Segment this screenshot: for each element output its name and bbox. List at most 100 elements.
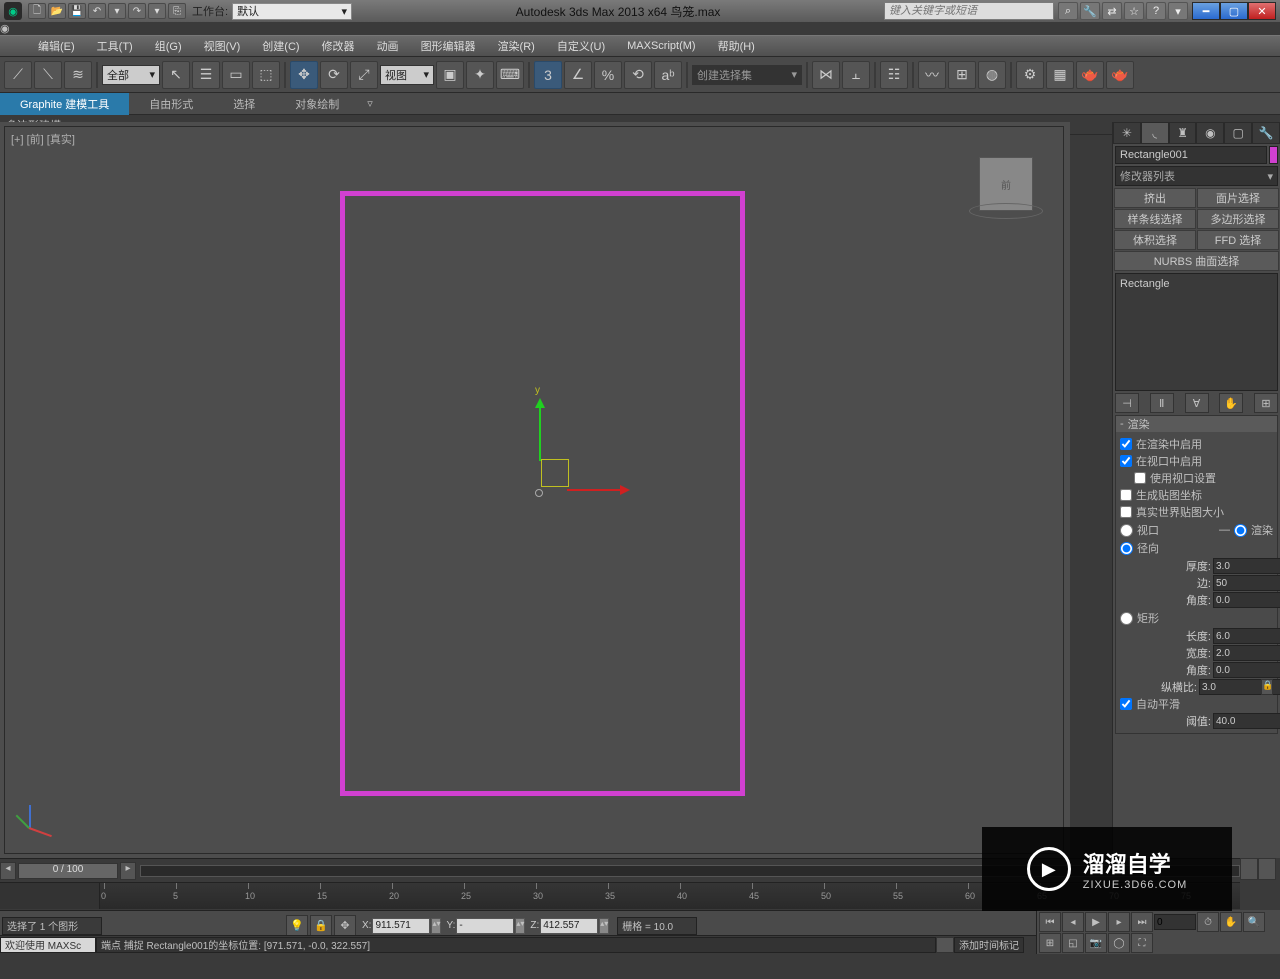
- select-object-icon[interactable]: ↖: [162, 61, 190, 89]
- minimize-button[interactable]: ━: [1192, 2, 1220, 20]
- aspect-lock-icon[interactable]: 🔒: [1261, 679, 1273, 695]
- render-setup-icon[interactable]: ⚙: [1016, 61, 1044, 89]
- fov-icon[interactable]: 📷: [1085, 933, 1107, 953]
- ribbon-expand-icon[interactable]: ▿: [359, 94, 381, 113]
- chk-enable-render[interactable]: 在渲染中启用: [1120, 436, 1273, 452]
- goto-end-icon[interactable]: ⏭: [1131, 912, 1153, 932]
- ribbon-tab-selection[interactable]: 选择: [213, 93, 275, 115]
- rollout-render-header[interactable]: -渲染: [1116, 416, 1277, 432]
- tab-display-icon[interactable]: ▢: [1224, 122, 1252, 144]
- coord-x-input[interactable]: [372, 918, 430, 934]
- make-unique-icon[interactable]: ∀: [1185, 393, 1209, 413]
- viewcube-ring[interactable]: [969, 203, 1043, 219]
- prev-frame-icon[interactable]: ◂: [1062, 912, 1084, 932]
- tab-utilities-icon[interactable]: 🔧: [1252, 122, 1280, 144]
- pan-view-icon[interactable]: ✋: [1220, 912, 1242, 932]
- time-slider[interactable]: 0 / 100: [18, 863, 118, 879]
- thickness-input[interactable]: [1213, 558, 1280, 574]
- object-color-swatch[interactable]: [1269, 146, 1278, 164]
- angle-snap-icon[interactable]: ∠: [564, 61, 592, 89]
- radio-render[interactable]: [1234, 524, 1247, 537]
- preset-nurbs[interactable]: NURBS 曲面选择: [1114, 251, 1279, 271]
- menu-help[interactable]: 帮助(H): [708, 35, 765, 57]
- menu-create[interactable]: 创建(C): [252, 35, 309, 57]
- menu-views[interactable]: 视图(V): [194, 35, 251, 57]
- render-prod-icon[interactable]: 🫖: [1076, 61, 1104, 89]
- tab-modify-icon[interactable]: ◟: [1141, 122, 1169, 144]
- open-icon[interactable]: 📂: [48, 3, 66, 19]
- preset-facesel[interactable]: 面片选择: [1197, 188, 1279, 208]
- undo-icon[interactable]: ↶: [88, 3, 106, 19]
- commpanel-toggle-icon[interactable]: [936, 937, 954, 953]
- vtool2-icon[interactable]: [1258, 858, 1276, 880]
- ribbon-tab-objectpaint[interactable]: 对象绘制: [275, 93, 359, 115]
- chk-use-vp-settings[interactable]: 使用视口设置: [1134, 470, 1273, 486]
- chk-autosmooth[interactable]: 自动平滑: [1120, 696, 1273, 712]
- move-tool-icon[interactable]: ✥: [290, 61, 318, 89]
- coord-z-input[interactable]: [540, 918, 598, 934]
- help-dd-icon[interactable]: ▾: [1168, 2, 1188, 20]
- percent-snap-icon[interactable]: %: [594, 61, 622, 89]
- redo-dd-icon[interactable]: ▾: [148, 3, 166, 19]
- bind-space-icon[interactable]: ≋: [64, 61, 92, 89]
- exchange-icon[interactable]: ⇄: [1102, 2, 1122, 20]
- help-icon[interactable]: ?: [1146, 2, 1166, 20]
- menu-grapheditors[interactable]: 图形编辑器: [411, 35, 486, 57]
- preset-ffdsel[interactable]: FFD 选择: [1197, 230, 1279, 250]
- render-frame-icon[interactable]: ▦: [1046, 61, 1074, 89]
- menu-customize[interactable]: 自定义(U): [547, 35, 615, 57]
- align-icon[interactable]: ⫠: [842, 61, 870, 89]
- material-editor-icon[interactable]: ◍: [978, 61, 1006, 89]
- menu-animation[interactable]: 动画: [367, 35, 409, 57]
- mini-curve-editor[interactable]: [0, 883, 100, 909]
- selection-filter-dropdown[interactable]: 全部▾: [102, 65, 160, 85]
- sides-input[interactable]: [1213, 575, 1280, 591]
- menu-edit[interactable]: 编辑(E): [28, 35, 85, 57]
- next-frame-icon[interactable]: ▸: [1108, 912, 1130, 932]
- redo-icon[interactable]: ↷: [128, 3, 146, 19]
- preset-splinesel[interactable]: 样条线选择: [1114, 209, 1196, 229]
- snap-toggle-icon[interactable]: 3: [534, 61, 562, 89]
- maximize-button[interactable]: ▢: [1220, 2, 1248, 20]
- star-icon[interactable]: ☆: [1124, 2, 1144, 20]
- chk-enable-viewport[interactable]: 在视口中启用: [1120, 453, 1273, 469]
- time-config-icon[interactable]: ⏱: [1197, 912, 1219, 932]
- gizmo-x-axis[interactable]: [567, 489, 627, 491]
- refcoord-dropdown[interactable]: 视图▾: [380, 65, 434, 85]
- play-icon[interactable]: ▶: [1085, 912, 1107, 932]
- addtimemark[interactable]: 添加时间标记: [954, 937, 1024, 953]
- chk-realworld[interactable]: 真实世界贴图大小: [1120, 504, 1273, 520]
- ename-icon[interactable]: aᵇ: [654, 61, 682, 89]
- render-iter-icon[interactable]: 🫖: [1106, 61, 1134, 89]
- keyboard-shortcut-icon[interactable]: ⌨: [496, 61, 524, 89]
- ribbon-tab-graphite[interactable]: Graphite 建模工具: [0, 93, 129, 115]
- coord-y-input[interactable]: [456, 918, 514, 934]
- curve-editor-icon[interactable]: 〰: [918, 61, 946, 89]
- tab-create-icon[interactable]: ✳: [1113, 122, 1141, 144]
- manipulate-icon[interactable]: ✦: [466, 61, 494, 89]
- spinner-snap-icon[interactable]: ⟲: [624, 61, 652, 89]
- lock-selection-icon[interactable]: 💡: [286, 915, 308, 937]
- menu-group[interactable]: 组(G): [145, 35, 192, 57]
- scale-tool-icon[interactable]: ⤢: [350, 61, 378, 89]
- zoom-all-icon[interactable]: ⊞: [1039, 933, 1061, 953]
- pivot-center-icon[interactable]: ▣: [436, 61, 464, 89]
- schematic-icon[interactable]: ⊞: [948, 61, 976, 89]
- modifier-stack[interactable]: Rectangle: [1115, 273, 1278, 391]
- menu-maxscript[interactable]: MAXScript(M): [617, 37, 705, 55]
- menu-rendering[interactable]: 渲染(R): [488, 35, 545, 57]
- radio-radial[interactable]: [1120, 542, 1133, 555]
- stack-item-rectangle[interactable]: Rectangle: [1120, 278, 1273, 290]
- select-rect-icon[interactable]: ▭: [222, 61, 250, 89]
- tab-motion-icon[interactable]: ◉: [1196, 122, 1224, 144]
- timeslider-next-icon[interactable]: ▸: [120, 862, 136, 880]
- menu-modifiers[interactable]: 修改器: [312, 35, 365, 57]
- new-icon[interactable]: 🗋: [28, 3, 46, 19]
- pin-stack-icon[interactable]: ⊣: [1115, 393, 1139, 413]
- binoculars-icon[interactable]: ⌕: [1058, 2, 1078, 20]
- preset-extrude[interactable]: 挤出: [1114, 188, 1196, 208]
- link-tool-icon[interactable]: ⟋: [4, 61, 32, 89]
- preset-volsel[interactable]: 体积选择: [1114, 230, 1196, 250]
- width-input[interactable]: [1213, 645, 1280, 661]
- radio-rectangular[interactable]: [1120, 612, 1133, 625]
